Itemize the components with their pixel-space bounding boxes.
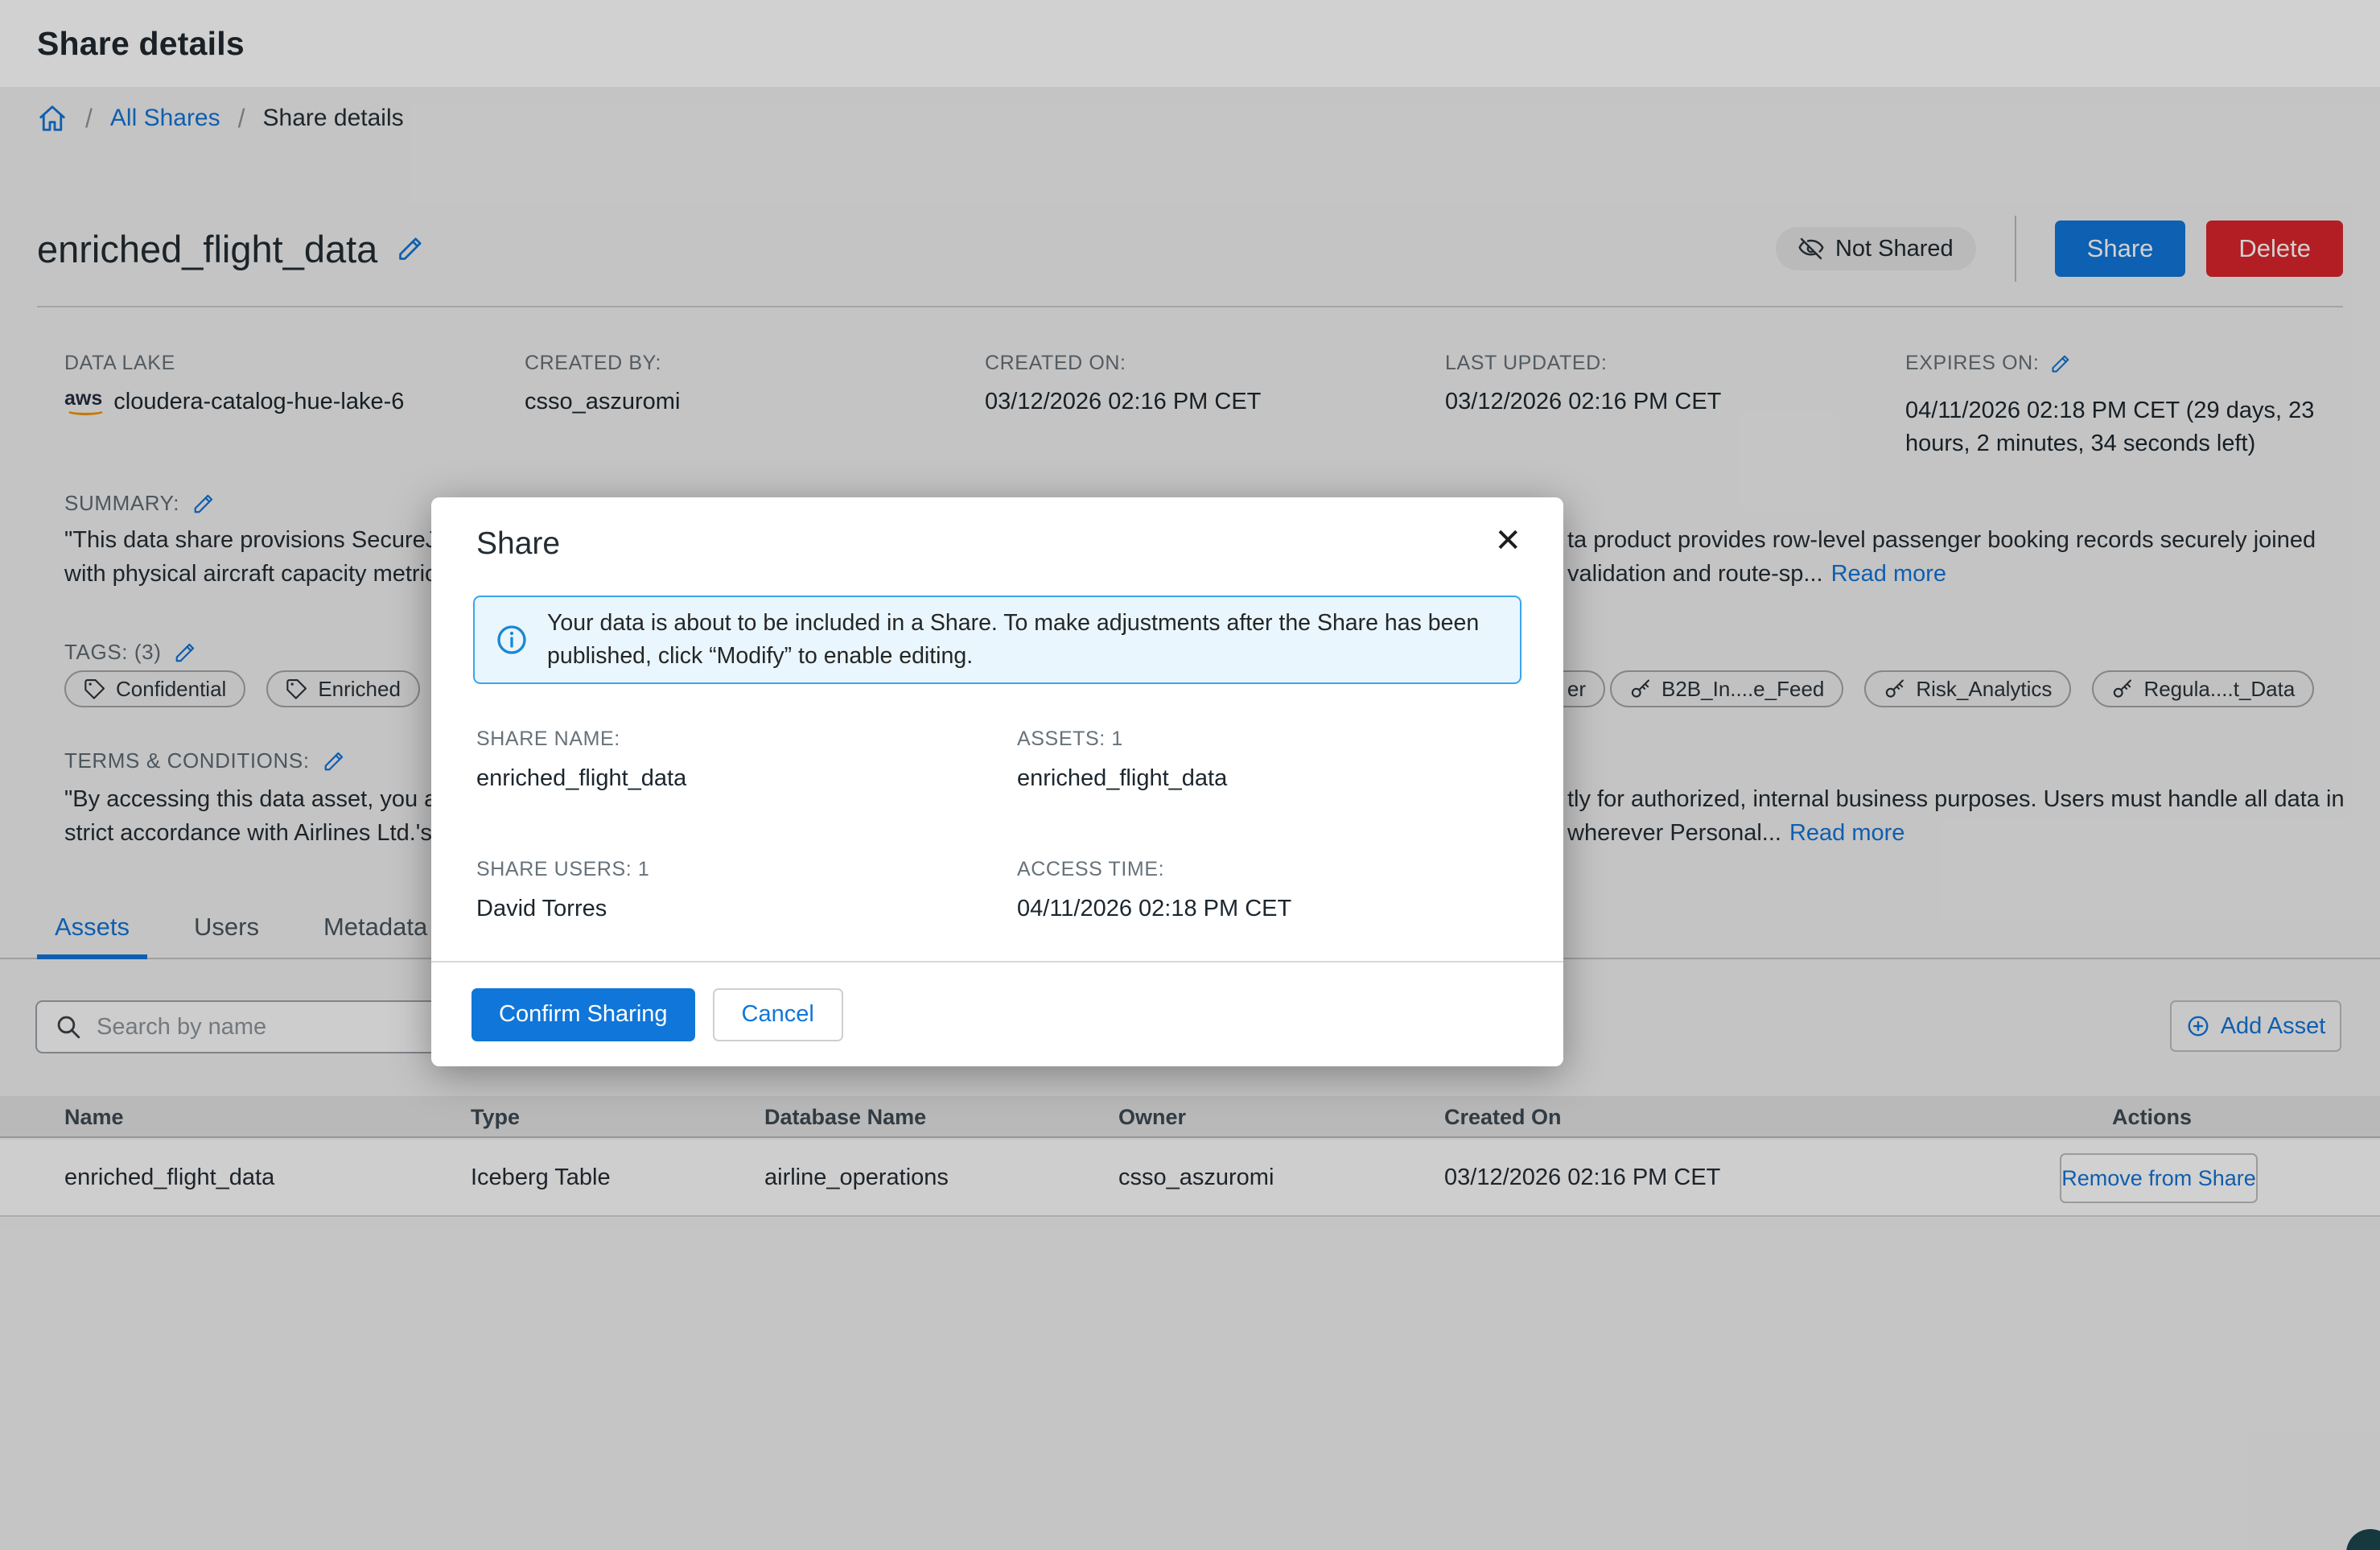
field-label: SHARE NAME: [476,728,1017,751]
share-details-page: Share details / All Shares / Share detai… [0,0,2380,1550]
share-modal: Share ✕ Your data is about to be include… [431,497,1563,1066]
field-share-users: SHARE USERS: 1 David Torres [476,858,1017,922]
field-share-name: SHARE NAME: enriched_flight_data [476,728,1017,792]
info-alert: Your data is about to be included in a S… [473,596,1521,684]
modal-title: Share [476,526,560,562]
field-access-time: ACCESS TIME: 04/11/2026 02:18 PM CET [1017,858,1291,922]
field-label: ACCESS TIME: [1017,858,1291,881]
alert-line-1: Your data is about to be included in a S… [547,607,1479,640]
field-value: enriched_flight_data [476,765,1017,792]
alert-line-2: published, click “Modify” to enable edit… [547,640,1479,673]
field-value: David Torres [476,896,1017,922]
field-label: ASSETS: 1 [1017,728,1291,751]
field-label: SHARE USERS: 1 [476,858,1017,881]
confirm-sharing-button[interactable]: Confirm Sharing [471,988,695,1041]
close-icon[interactable]: ✕ [1494,525,1521,557]
modal-footer: Confirm Sharing Cancel [431,961,1563,1066]
info-icon [496,624,528,656]
field-value: enriched_flight_data [1017,765,1291,792]
field-assets: ASSETS: 1 enriched_flight_data [1017,728,1291,792]
modal-fields: SHARE NAME: enriched_flight_data ASSETS:… [476,728,1291,922]
field-value: 04/11/2026 02:18 PM CET [1017,896,1291,922]
cancel-button[interactable]: Cancel [713,988,843,1041]
alert-text: Your data is about to be included in a S… [547,607,1479,673]
